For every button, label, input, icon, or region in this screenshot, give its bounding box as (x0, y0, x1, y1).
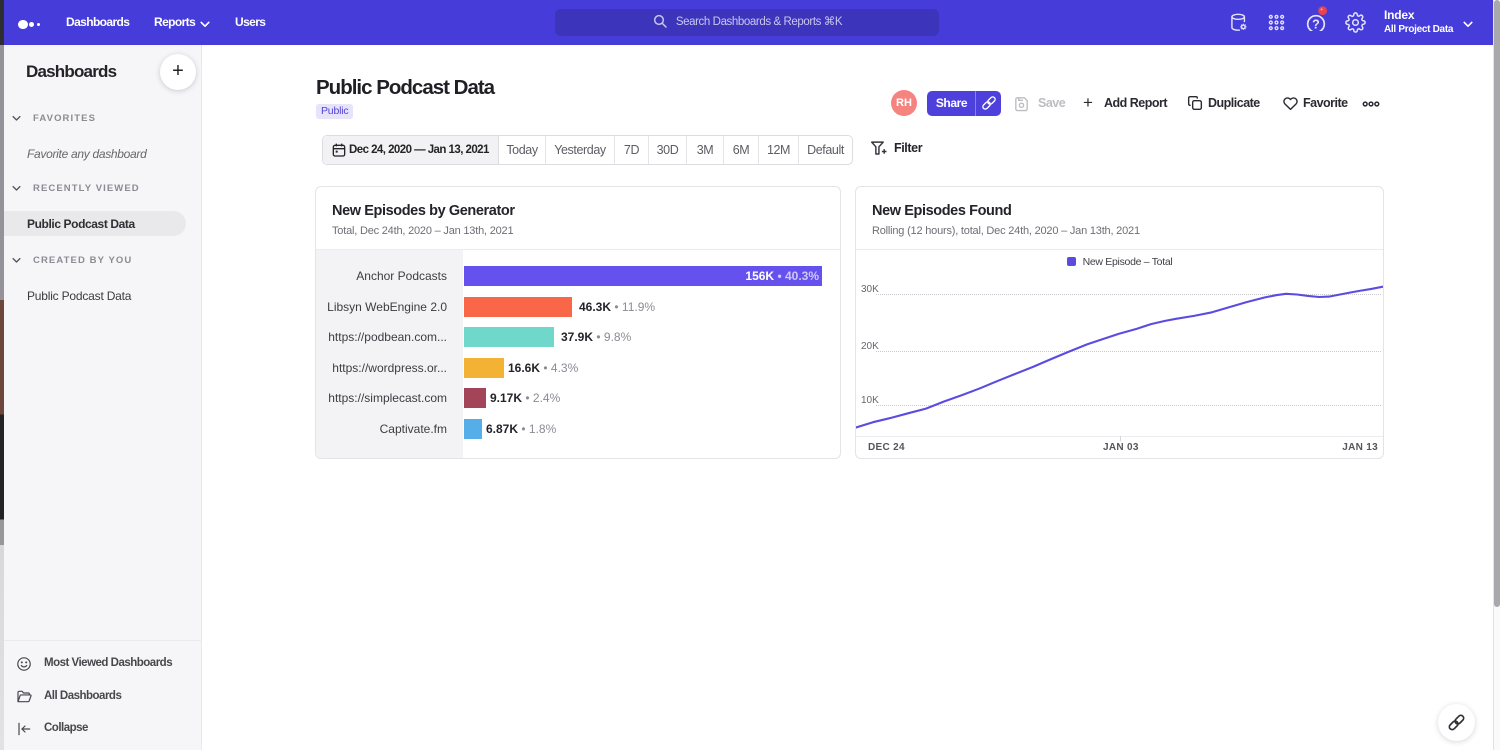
svg-text:?: ? (1312, 18, 1320, 32)
